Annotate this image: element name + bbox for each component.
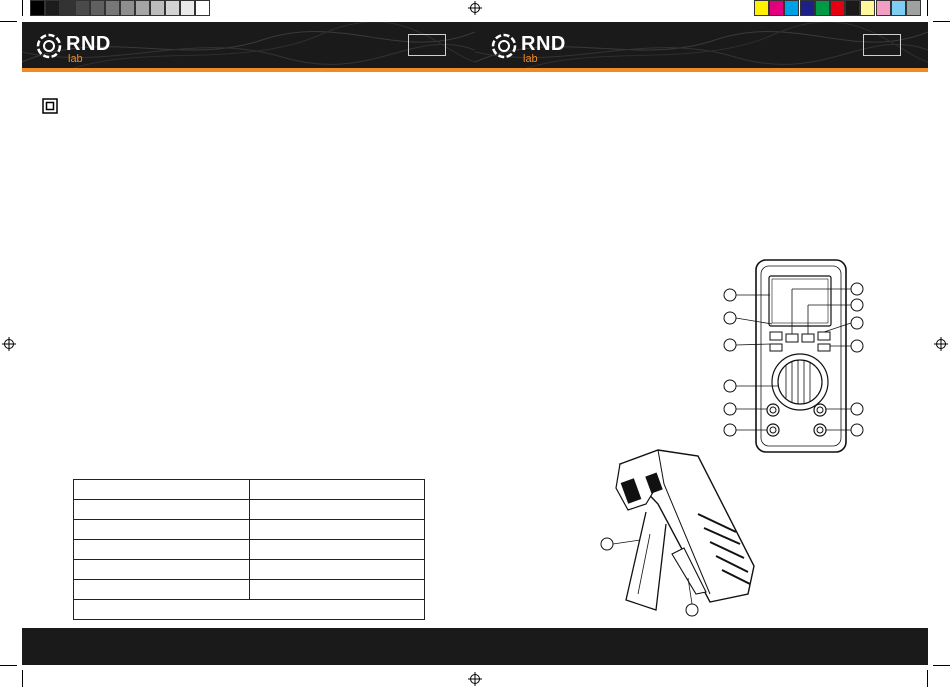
registration-mark-icon: [934, 337, 948, 351]
color-swatch: [906, 0, 921, 16]
registration-mark-icon: [2, 337, 16, 351]
table-cell: [73, 499, 250, 520]
table-row: [73, 579, 425, 600]
crop-mark: [22, 670, 23, 687]
color-swatch: [860, 0, 876, 16]
brand-sub: lab: [523, 53, 538, 65]
color-swatch: [769, 0, 785, 16]
multimeter-side-view: [600, 449, 755, 617]
brand-sub: lab: [68, 53, 83, 65]
gray-swatch: [180, 0, 195, 16]
gray-swatch: [45, 0, 60, 16]
color-swatch: [754, 0, 769, 16]
table-footer-cell: [73, 599, 425, 620]
header-left: RND lab: [22, 22, 475, 72]
registration-mark-icon: [468, 672, 482, 686]
table-cell: [73, 479, 250, 500]
color-swatch: [784, 0, 800, 16]
crop-mark: [927, 670, 928, 687]
table-row: [73, 539, 425, 560]
double-insulation-icon: [42, 98, 58, 114]
header-accent-stripe: [475, 68, 928, 72]
table-cell: [248, 539, 425, 560]
color-swatch: [845, 0, 861, 16]
header-accent-stripe: [22, 68, 475, 72]
crop-mark: [0, 665, 17, 666]
table-cell: [248, 479, 425, 500]
header-right: RND lab: [475, 22, 928, 72]
gray-swatch: [60, 0, 75, 16]
gray-swatch: [195, 0, 210, 16]
table-cell: [248, 579, 425, 600]
rnd-lab-logo-icon: [36, 33, 62, 59]
crop-mark: [927, 0, 928, 16]
gray-swatch: [30, 0, 45, 16]
table-cell: [73, 519, 250, 540]
table-row: [73, 479, 425, 500]
page-number-box: [408, 34, 446, 56]
crop-mark: [933, 21, 950, 22]
table-cell: [73, 539, 250, 560]
table-footer-row: [73, 599, 425, 620]
table-cell: [73, 559, 250, 580]
gray-swatch: [105, 0, 120, 16]
table-cell: [73, 579, 250, 600]
color-swatch: [814, 0, 830, 16]
color-swatch: [890, 0, 906, 16]
specification-table: [73, 479, 425, 620]
crop-mark: [0, 21, 17, 22]
page-number-box: [863, 34, 901, 56]
crop-mark: [933, 665, 950, 666]
gray-swatch: [120, 0, 135, 16]
table-row: [73, 519, 425, 540]
multimeter-front-view: [723, 259, 864, 453]
table-cell: [248, 519, 425, 540]
rnd-lab-logo-icon: [491, 33, 517, 59]
color-swatch: [830, 0, 845, 16]
color-swatch: [799, 0, 815, 16]
gray-swatch: [150, 0, 165, 16]
gray-swatch: [90, 0, 105, 16]
table-row: [73, 499, 425, 520]
table-row: [73, 559, 425, 580]
footer-bar: [22, 628, 928, 665]
gray-swatch: [135, 0, 150, 16]
gray-swatch: [75, 0, 90, 16]
crop-mark: [22, 0, 23, 16]
registration-mark-icon: [468, 1, 482, 15]
table-cell: [248, 499, 425, 520]
gray-swatch: [165, 0, 180, 16]
color-swatch: [875, 0, 891, 16]
table-cell: [248, 559, 425, 580]
